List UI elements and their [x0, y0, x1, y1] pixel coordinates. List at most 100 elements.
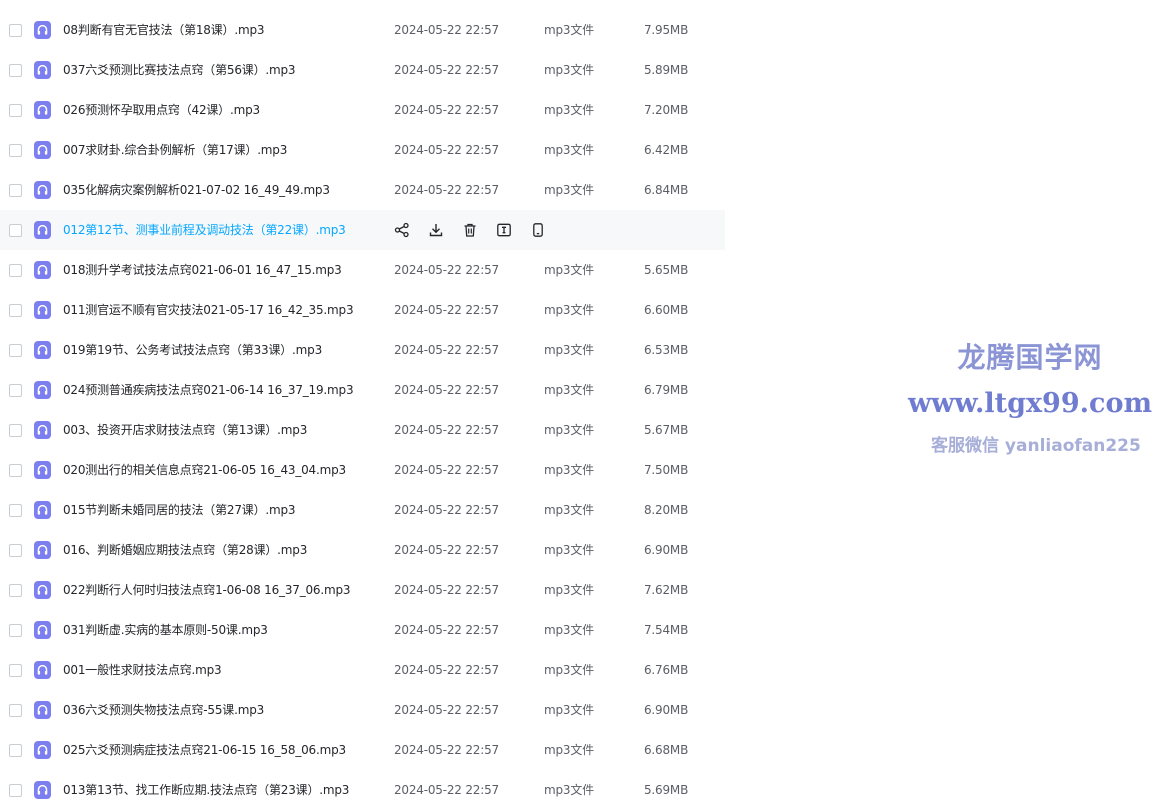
audio-file-icon: [34, 541, 51, 559]
file-size: 6.84MB: [644, 183, 689, 197]
row-checkbox[interactable]: [9, 24, 22, 37]
file-name[interactable]: 011测官运不顺有官灾技法021-05-17 16_42_35.mp3: [63, 302, 354, 318]
file-name[interactable]: 018测升学考试技法点窍021-06-01 16_47_15.mp3: [63, 262, 342, 278]
row-checkbox[interactable]: [9, 264, 22, 277]
file-date: 2024-05-22 22:57: [394, 183, 499, 197]
file-size: 6.79MB: [644, 383, 689, 397]
file-size: 8.20MB: [644, 503, 689, 517]
file-row[interactable]: 037六爻预测比赛技法点窍（第56课）.mp3 2024-05-22 22:57 m…: [0, 50, 725, 90]
file-name[interactable]: 08判断有官无官技法（第18课）.mp3: [63, 22, 264, 38]
file-row[interactable]: 035化解病灾案例解析021-07-02 16_49_49.mp3 2024-05…: [0, 170, 725, 210]
file-name[interactable]: 024预测普通疾病技法点窍021-06-14 16_37_19.mp3: [63, 382, 354, 398]
file-size: 6.90MB: [644, 543, 689, 557]
row-checkbox[interactable]: [9, 64, 22, 77]
row-checkbox[interactable]: [9, 144, 22, 157]
file-row[interactable]: 001一般性求财技法点窍.mp3 2024-05-22 22:57 mp3文件 6.7…: [0, 650, 725, 690]
row-checkbox[interactable]: [9, 464, 22, 477]
share-icon[interactable]: [394, 222, 410, 238]
file-name[interactable]: 001一般性求财技法点窍.mp3: [63, 662, 222, 678]
file-name[interactable]: 036六爻预测失物技法点窍-55课.mp3: [63, 702, 264, 718]
audio-file-icon: [34, 421, 51, 439]
row-checkbox[interactable]: [9, 184, 22, 197]
file-name[interactable]: 007求财卦.综合卦例解析（第17课）.mp3: [63, 142, 287, 158]
file-date: 2024-05-22 22:57: [394, 783, 499, 797]
file-name[interactable]: 003、投资开店求财技法点窍（第13课）.mp3: [63, 422, 307, 438]
file-row[interactable]: 018测升学考试技法点窍021-06-01 16_47_15.mp3 2024-0…: [0, 250, 725, 290]
file-type: mp3文件: [544, 463, 594, 477]
file-type: mp3文件: [544, 183, 594, 197]
rename-icon[interactable]: [496, 222, 512, 238]
download-icon[interactable]: [428, 222, 444, 238]
file-size: 7.50MB: [644, 463, 689, 477]
watermark: 龙腾国学网 www.ltgx99.com 客服微信 yanliaofan225: [905, 340, 1160, 470]
file-name[interactable]: 037六爻预测比赛技法点窍（第56课）.mp3: [63, 62, 296, 78]
file-name[interactable]: 025六爻预测病症技法点窍21-06-15 16_58_06.mp3: [63, 742, 346, 758]
file-row[interactable]: 025六爻预测病症技法点窍21-06-15 16_58_06.mp3 2024-0…: [0, 730, 725, 770]
watermark-contact: 客服微信 yanliaofan225: [931, 436, 1141, 456]
file-type: mp3文件: [544, 263, 594, 277]
file-type: mp3文件: [544, 503, 594, 517]
file-name[interactable]: 035化解病灾案例解析021-07-02 16_49_49.mp3: [63, 182, 330, 198]
more-icon[interactable]: [530, 222, 546, 238]
file-row[interactable]: 011测官运不顺有官灾技法021-05-17 16_42_35.mp3 2024-…: [0, 290, 725, 330]
file-name[interactable]: 015节判断未婚同居的技法（第27课）.mp3: [63, 502, 296, 518]
row-checkbox[interactable]: [9, 384, 22, 397]
file-type: mp3文件: [544, 423, 594, 437]
file-date: 2024-05-22 22:57: [394, 23, 499, 37]
file-name[interactable]: 031判断虚.实病的基本原则-50课.mp3: [63, 622, 268, 638]
file-name[interactable]: 026预测怀孕取用点窍（42课）.mp3: [63, 102, 260, 118]
row-checkbox[interactable]: [9, 624, 22, 637]
row-checkbox[interactable]: [9, 344, 22, 357]
file-date: 2024-05-22 22:57: [394, 583, 499, 597]
delete-icon[interactable]: [462, 222, 478, 238]
row-checkbox[interactable]: [9, 784, 22, 797]
file-name[interactable]: 019第19节、公务考试技法点窍（第33课）.mp3: [63, 342, 322, 358]
file-row[interactable]: 036六爻预测失物技法点窍-55课.mp3 2024-05-22 22:57 mp3…: [0, 690, 725, 730]
row-checkbox[interactable]: [9, 744, 22, 757]
file-row[interactable]: 015节判断未婚同居的技法（第27课）.mp3 2024-05-22 22:57 m…: [0, 490, 725, 530]
row-checkbox[interactable]: [9, 664, 22, 677]
file-row[interactable]: 022判断行人何时归技法点窍1-06-08 16_37_06.mp3 2024-0…: [0, 570, 725, 610]
file-row[interactable]: 003、投资开店求财技法点窍（第13课）.mp3 2024-05-22 22:57…: [0, 410, 725, 450]
file-date: 2024-05-22 22:57: [394, 383, 499, 397]
file-row[interactable]: 08判断有官无官技法（第18课）.mp3 2024-05-22 22:57 mp3文…: [0, 10, 725, 50]
file-row[interactable]: 013第13节、找工作断应期.技法点窍（第23课）.mp3 2024-05-22 …: [0, 770, 725, 810]
file-size: 5.89MB: [644, 63, 689, 77]
file-row[interactable]: 007求财卦.综合卦例解析（第17课）.mp3 2024-05-22 22:57 m…: [0, 130, 725, 170]
file-row[interactable]: 031判断虚.实病的基本原则-50课.mp3 2024-05-22 22:57 mp…: [0, 610, 725, 650]
file-date: 2024-05-22 22:57: [394, 103, 499, 117]
file-type: mp3文件: [544, 303, 594, 317]
file-row[interactable]: 019第19节、公务考试技法点窍（第33课）.mp3 2024-05-22 22:…: [0, 330, 725, 370]
audio-file-icon: [34, 21, 51, 39]
file-row[interactable]: 016、判断婚姻应期技法点窍（第28课）.mp3 2024-05-22 22:57…: [0, 530, 725, 570]
row-checkbox[interactable]: [9, 504, 22, 517]
file-type: mp3文件: [544, 743, 594, 757]
file-name[interactable]: 020测出行的相关信息点窍21-06-05 16_43_04.mp3: [63, 462, 346, 478]
row-checkbox[interactable]: [9, 224, 22, 237]
file-size: 5.67MB: [644, 423, 689, 437]
file-list: 08判断有官无官技法（第18课）.mp3 2024-05-22 22:57 mp3文…: [0, 10, 725, 810]
file-date: 2024-05-22 22:57: [394, 303, 499, 317]
file-row[interactable]: 020测出行的相关信息点窍21-06-05 16_43_04.mp3 2024-0…: [0, 450, 725, 490]
row-checkbox[interactable]: [9, 424, 22, 437]
file-row[interactable]: 012第12节、测事业前程及调动技法（第22课）.mp3: [0, 210, 725, 250]
row-checkbox[interactable]: [9, 704, 22, 717]
file-type: mp3文件: [544, 623, 594, 637]
file-size: 7.95MB: [644, 23, 689, 37]
file-date: 2024-05-22 22:57: [394, 143, 499, 157]
row-checkbox[interactable]: [9, 104, 22, 117]
file-name[interactable]: 012第12节、测事业前程及调动技法（第22课）.mp3: [63, 222, 346, 238]
row-checkbox[interactable]: [9, 584, 22, 597]
file-row[interactable]: 026预测怀孕取用点窍（42课）.mp3 2024-05-22 22:57 mp3文…: [0, 90, 725, 130]
audio-file-icon: [34, 261, 51, 279]
audio-file-icon: [34, 781, 51, 799]
file-row[interactable]: 024预测普通疾病技法点窍021-06-14 16_37_19.mp3 2024-…: [0, 370, 725, 410]
file-name[interactable]: 022判断行人何时归技法点窍1-06-08 16_37_06.mp3: [63, 582, 351, 598]
file-size: 7.20MB: [644, 103, 689, 117]
file-name[interactable]: 016、判断婚姻应期技法点窍（第28课）.mp3: [63, 542, 307, 558]
row-checkbox[interactable]: [9, 304, 22, 317]
row-checkbox[interactable]: [9, 544, 22, 557]
file-type: mp3文件: [544, 143, 594, 157]
file-date: 2024-05-22 22:57: [394, 543, 499, 557]
file-name[interactable]: 013第13节、找工作断应期.技法点窍（第23课）.mp3: [63, 782, 349, 798]
